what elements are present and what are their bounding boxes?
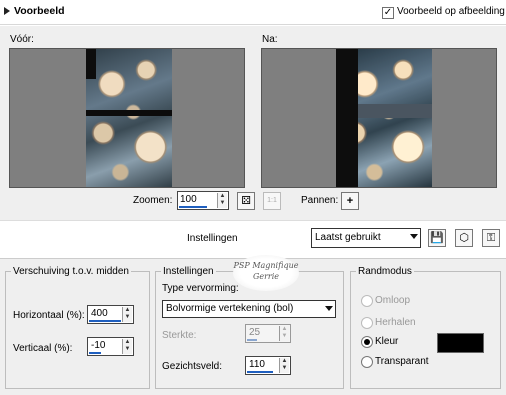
settings-group-title: Instellingen bbox=[161, 266, 216, 277]
field-of-view-spinner[interactable]: ▲ ▼ bbox=[279, 358, 289, 373]
save-preset-button[interactable]: 💾 bbox=[428, 229, 446, 247]
preset-options-button[interactable]: ⚿ bbox=[482, 229, 500, 247]
zoom-input[interactable]: 100 ▲ ▼ bbox=[177, 191, 229, 210]
edge-mode-groupbox bbox=[350, 271, 501, 389]
before-image-dark-edge bbox=[86, 49, 96, 79]
strength-slider-fill bbox=[247, 339, 257, 341]
horizontal-input[interactable]: 400 ▲ ▼ bbox=[87, 305, 134, 324]
chevron-down-icon bbox=[410, 234, 418, 239]
zoom-slider-fill bbox=[179, 206, 207, 208]
edge-color-swatch[interactable] bbox=[437, 333, 484, 353]
horizontal-spinner[interactable]: ▲ ▼ bbox=[122, 307, 132, 322]
before-preview-pane[interactable] bbox=[9, 48, 245, 188]
presets-dropdown[interactable]: Laatst gebruikt bbox=[311, 228, 421, 248]
vertical-label: Verticaal (%): bbox=[13, 343, 73, 354]
radio-wrap bbox=[361, 295, 373, 307]
preview-on-image-checkbox[interactable]: ✓ bbox=[382, 7, 394, 19]
watermark-logo: PSP Magnifique Gerrie bbox=[233, 255, 299, 291]
zoom-value: 100 bbox=[180, 194, 197, 205]
zoom-spinner[interactable]: ▲ ▼ bbox=[217, 193, 227, 208]
horizontal-slider-fill bbox=[89, 320, 121, 322]
strength-input: 25 ▲ ▼ bbox=[245, 324, 291, 343]
reset-defaults-button[interactable]: ⬡ bbox=[455, 229, 473, 247]
transparent-label[interactable]: Transparant bbox=[375, 356, 429, 367]
field-of-view-input[interactable]: 110 ▲ ▼ bbox=[245, 356, 291, 375]
horizontal-label: Horizontaal (%): bbox=[13, 310, 85, 321]
wrap-label: Omloop bbox=[375, 295, 411, 306]
presets-label: Instellingen bbox=[187, 233, 238, 244]
vertical-input[interactable]: -10 ▲ ▼ bbox=[87, 337, 134, 356]
chevron-down-icon bbox=[325, 306, 333, 311]
radio-transparent[interactable] bbox=[361, 356, 373, 368]
preview-on-image-label[interactable]: Voorbeeld op afbeelding bbox=[397, 6, 505, 17]
strength-spinner: ▲ ▼ bbox=[279, 326, 289, 341]
zoom-fit-button[interactable]: ⚄ bbox=[237, 192, 255, 210]
shift-group-title: Verschuiving t.o.v. midden bbox=[11, 266, 131, 277]
after-label: Na: bbox=[262, 34, 278, 45]
watermark-line-2: Gerrie bbox=[252, 272, 280, 281]
shift-groupbox bbox=[5, 271, 150, 389]
vertical-value: -10 bbox=[91, 340, 106, 351]
radio-color[interactable] bbox=[361, 336, 373, 348]
field-of-view-slider-fill bbox=[247, 371, 273, 373]
pan-label: Pannen: bbox=[301, 195, 339, 206]
pan-move-icon[interactable]: + bbox=[341, 192, 359, 210]
strength-label: Sterkte: bbox=[162, 330, 197, 341]
presets-selected-value: Laatst gebruikt bbox=[315, 232, 381, 243]
zoom-actual-size-button[interactable]: 1:1 bbox=[263, 192, 281, 210]
preview-section-title: Voorbeeld bbox=[14, 5, 65, 17]
strength-value: 25 bbox=[249, 327, 261, 338]
edge-mode-title: Randmodus bbox=[356, 266, 414, 277]
collapse-arrow-icon[interactable] bbox=[4, 7, 10, 15]
distortion-type-label: Type vervorming: bbox=[162, 283, 239, 294]
field-of-view-label: Gezichtsveld: bbox=[162, 361, 223, 372]
before-label: Vóór: bbox=[10, 34, 34, 45]
vertical-spinner[interactable]: ▲ ▼ bbox=[122, 339, 132, 354]
after-image-blur-strip bbox=[358, 104, 432, 118]
after-image-dark-band bbox=[336, 49, 358, 187]
distortion-type-value: Bolvormige vertekening (bol) bbox=[166, 303, 294, 314]
before-preview-image bbox=[86, 49, 172, 187]
repeat-label: Herhalen bbox=[375, 317, 416, 328]
vertical-slider-fill bbox=[89, 352, 101, 354]
field-of-view-value: 110 bbox=[249, 359, 265, 370]
horizontal-value: 400 bbox=[91, 308, 108, 319]
color-label[interactable]: Kleur bbox=[375, 336, 398, 347]
radio-repeat bbox=[361, 317, 373, 329]
distortion-type-dropdown[interactable]: Bolvormige vertekening (bol) bbox=[162, 300, 336, 318]
zoom-label: Zoomen: bbox=[133, 195, 173, 206]
after-preview-pane[interactable] bbox=[261, 48, 497, 188]
watermark-line-1: PSP Magnifique bbox=[233, 261, 299, 270]
